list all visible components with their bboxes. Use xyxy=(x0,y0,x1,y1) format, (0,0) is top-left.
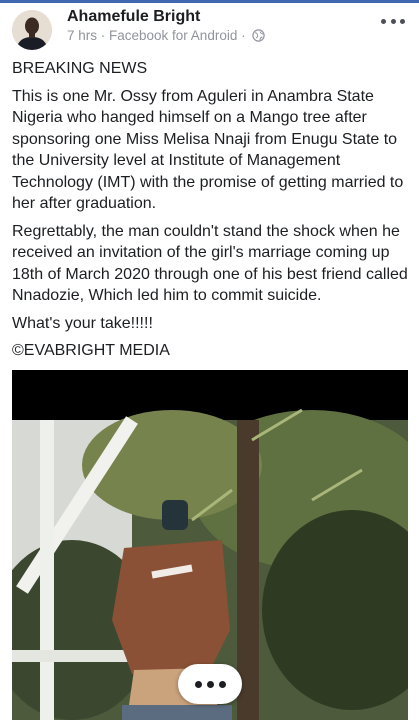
post-body: BREAKING NEWS This is one Mr. Ossy from … xyxy=(12,58,412,368)
post-paragraph: This is one Mr. Ossy from Aguleri in Ana… xyxy=(12,87,404,213)
avatar[interactable] xyxy=(12,10,52,50)
post-photo[interactable] xyxy=(12,370,408,720)
post-meta-text[interactable]: 7 hrs · Facebook for Android · xyxy=(67,28,246,43)
more-options-icon[interactable] xyxy=(381,15,405,27)
post-paragraph: What's your take!!!!! xyxy=(12,314,153,332)
post-meta: 7 hrs · Facebook for Android · xyxy=(67,28,265,43)
ellipsis-icon[interactable] xyxy=(178,664,242,704)
post-paragraph: Regrettably, the man couldn't stand the … xyxy=(12,222,408,305)
author-name[interactable]: Ahamefule Bright xyxy=(67,8,200,26)
post-headline: BREAKING NEWS xyxy=(12,60,148,77)
post-header: Ahamefule Bright 7 hrs · Facebook for An… xyxy=(0,3,419,53)
post-credit: ©EVABRIGHT MEDIA xyxy=(12,342,170,359)
globe-icon xyxy=(251,29,265,42)
